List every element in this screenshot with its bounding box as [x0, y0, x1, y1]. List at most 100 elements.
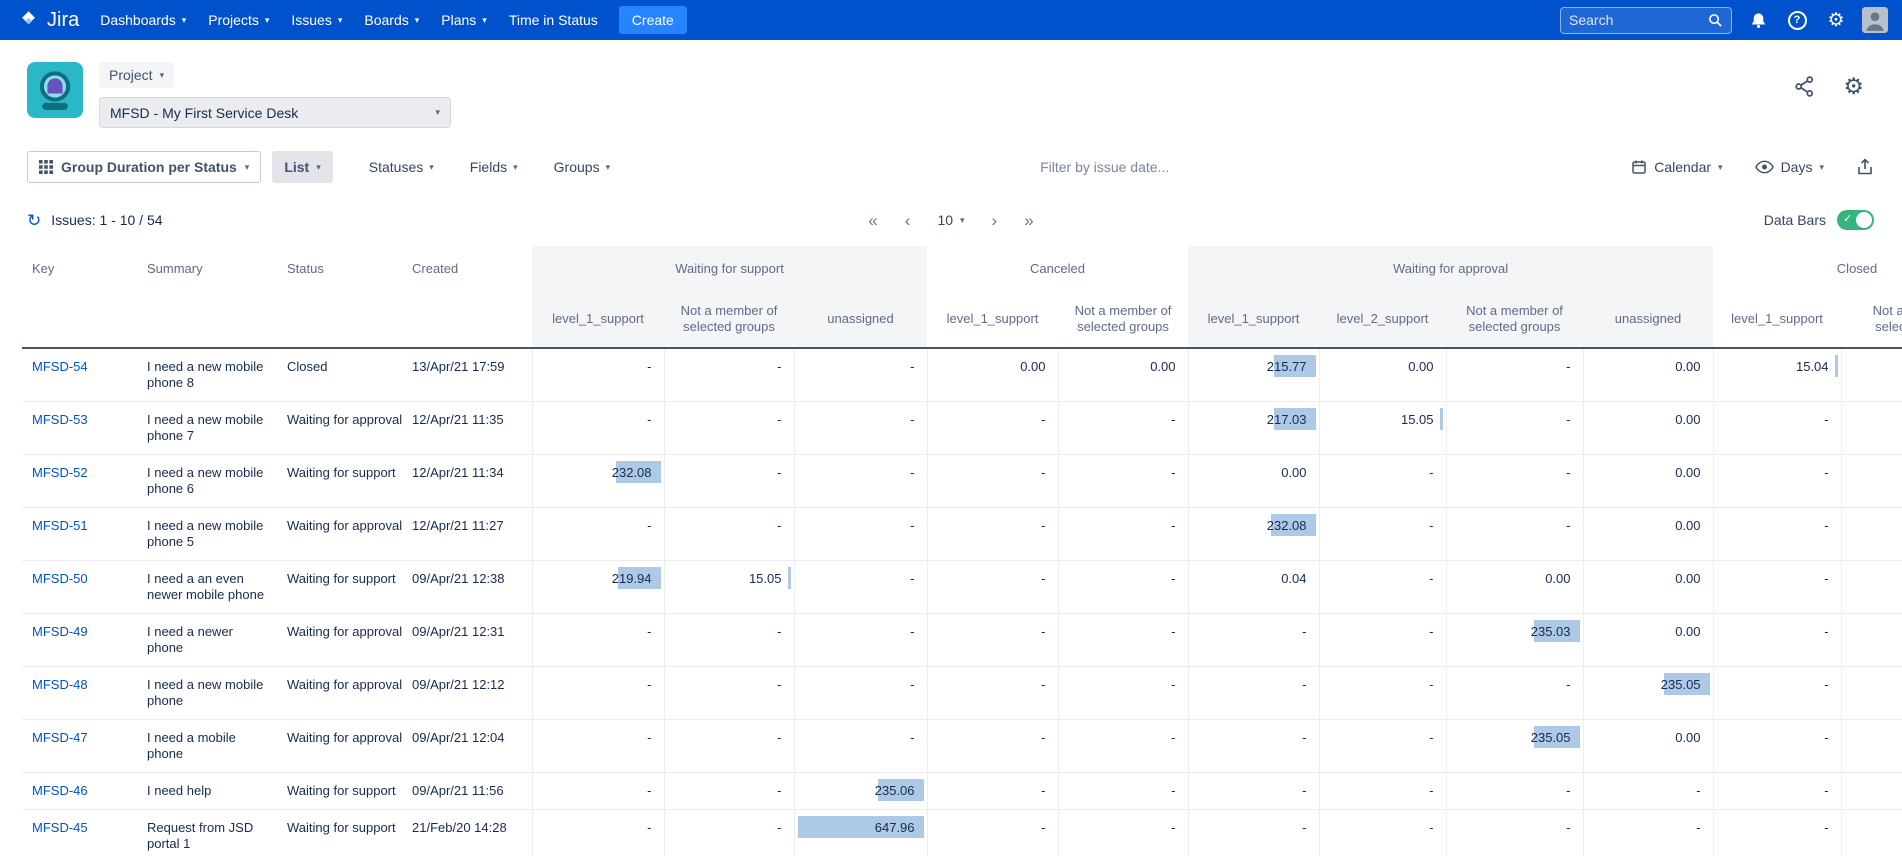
export-button[interactable]	[1856, 158, 1874, 176]
duration-cell: -	[532, 402, 664, 455]
duration-value: 0.00	[1545, 571, 1570, 586]
issue-status: Waiting for support	[277, 455, 402, 508]
issue-status: Waiting for support	[277, 561, 402, 614]
issue-key-link[interactable]: MFSD-53	[32, 412, 88, 427]
duration-value: -	[777, 730, 781, 745]
project-avatar[interactable]	[27, 62, 83, 118]
fields-dropdown[interactable]: Fields ▾	[470, 159, 518, 175]
view-mode-dropdown[interactable]: List ▾	[272, 151, 332, 183]
column-header-created[interactable]: Created	[402, 246, 532, 348]
scope-dropdown-label: Project	[109, 67, 153, 83]
issue-key-link[interactable]: MFSD-49	[32, 624, 88, 639]
search-input[interactable]	[1569, 12, 1708, 28]
issue-created: 12/Apr/21 11:35	[402, 402, 532, 455]
duration-cell: 215.77	[1188, 348, 1319, 402]
duration-cell: -	[664, 614, 794, 667]
jira-logo[interactable]: Jira	[18, 9, 79, 32]
previous-page-button[interactable]: ‹	[905, 212, 911, 229]
column-header-summary[interactable]: Summary	[137, 246, 277, 348]
issue-key-link[interactable]: MFSD-52	[32, 465, 88, 480]
search-icon[interactable]	[1708, 13, 1723, 28]
duration-cell: -	[1713, 720, 1841, 773]
issue-date-filter[interactable]: Filter by issue date...	[610, 159, 1599, 175]
group-column-header: Not a member of selected groups	[1841, 290, 1902, 348]
profile-button[interactable]	[1862, 7, 1888, 33]
duration-value: -	[1824, 624, 1828, 639]
issue-summary: I need a mobile phone	[137, 720, 277, 773]
issue-key-link[interactable]: MFSD-50	[32, 571, 88, 586]
chevron-down-icon: ▾	[482, 16, 487, 25]
column-header-key[interactable]: Key	[22, 246, 137, 348]
group-column-header: Not a member of selected groups	[1446, 290, 1583, 348]
issue-key-cell: MFSD-52	[22, 455, 137, 508]
duration-cell	[1841, 667, 1902, 720]
issue-key-link[interactable]: MFSD-48	[32, 677, 88, 692]
duration-value: -	[1824, 571, 1828, 586]
duration-value: -	[1429, 783, 1433, 798]
help-button[interactable]: ?	[1784, 7, 1810, 33]
groups-dropdown[interactable]: Groups ▾	[554, 159, 610, 175]
duration-value: -	[1041, 677, 1045, 692]
issue-summary: I need a new mobile phone	[137, 667, 277, 720]
issue-key-link[interactable]: MFSD-54	[32, 359, 88, 374]
last-page-button[interactable]: »	[1024, 212, 1033, 229]
project-select[interactable]: MFSD - My First Service Desk ▾	[99, 97, 451, 128]
export-icon	[1856, 158, 1874, 176]
report-settings-button[interactable]: ⚙	[1843, 75, 1864, 98]
duration-cell: -	[1058, 402, 1188, 455]
settings-button[interactable]: ⚙	[1823, 7, 1849, 33]
nav-item-boards[interactable]: Boards▾	[353, 0, 430, 40]
time-unit-dropdown[interactable]: Days ▾	[1755, 159, 1824, 175]
duration-cell: -	[1058, 667, 1188, 720]
duration-value: -	[1041, 820, 1045, 835]
duration-value: -	[1171, 624, 1175, 639]
view-mode-label: List	[284, 159, 309, 175]
next-page-button[interactable]: ›	[992, 212, 998, 229]
issue-key-link[interactable]: MFSD-46	[32, 783, 88, 798]
duration-cell: -	[927, 614, 1058, 667]
first-page-button[interactable]: «	[868, 212, 877, 229]
nav-item-projects[interactable]: Projects▾	[197, 0, 280, 40]
page-size-dropdown[interactable]: 10 ▾	[937, 212, 964, 228]
issue-key-link[interactable]: MFSD-47	[32, 730, 88, 745]
issue-status: Closed	[277, 348, 402, 402]
duration-cell: -	[1713, 455, 1841, 508]
calendar-dropdown[interactable]: Calendar ▾	[1631, 159, 1722, 175]
refresh-icon[interactable]: ↻	[27, 212, 41, 229]
report-type-dropdown[interactable]: Group Duration per Status ▾	[27, 151, 261, 183]
duration-value: -	[1566, 783, 1570, 798]
data-bars-toggle[interactable]: ✓	[1837, 210, 1874, 230]
duration-cell: -	[532, 348, 664, 402]
column-header-status[interactable]: Status	[277, 246, 402, 348]
create-button[interactable]: Create	[619, 6, 687, 34]
notifications-button[interactable]	[1745, 7, 1771, 33]
duration-cell	[1841, 348, 1902, 402]
nav-item-plans[interactable]: Plans▾	[430, 0, 498, 40]
navbar-right: ? ⚙	[1560, 7, 1888, 34]
duration-cell: -	[1319, 455, 1446, 508]
issue-key-link[interactable]: MFSD-45	[32, 820, 88, 835]
issue-key-link[interactable]: MFSD-51	[32, 518, 88, 533]
nav-item-label: Dashboards	[100, 12, 176, 28]
statuses-dropdown[interactable]: Statuses ▾	[369, 159, 434, 175]
chevron-down-icon: ▾	[429, 163, 434, 172]
duration-cell: -	[1446, 348, 1583, 402]
share-icon	[1793, 75, 1816, 98]
duration-cell: -	[532, 614, 664, 667]
nav-item-dashboards[interactable]: Dashboards▾	[89, 0, 197, 40]
duration-value: -	[1171, 571, 1175, 586]
nav-item-time-in-status[interactable]: Time in Status	[498, 0, 609, 40]
share-button[interactable]	[1793, 75, 1816, 98]
duration-value: -	[1824, 820, 1828, 835]
project-avatar-icon	[27, 62, 83, 118]
scope-dropdown[interactable]: Project ▾	[99, 62, 174, 88]
duration-value: -	[777, 359, 781, 374]
duration-cell: -	[532, 773, 664, 810]
issue-summary: I need a new mobile phone 7	[137, 402, 277, 455]
duration-cell: 0.00	[1583, 508, 1713, 561]
duration-value: 0.00	[1675, 624, 1700, 639]
duration-cell: 15.05	[1319, 402, 1446, 455]
nav-item-issues[interactable]: Issues▾	[280, 0, 353, 40]
duration-value: -	[1041, 412, 1045, 427]
duration-cell: -	[664, 667, 794, 720]
